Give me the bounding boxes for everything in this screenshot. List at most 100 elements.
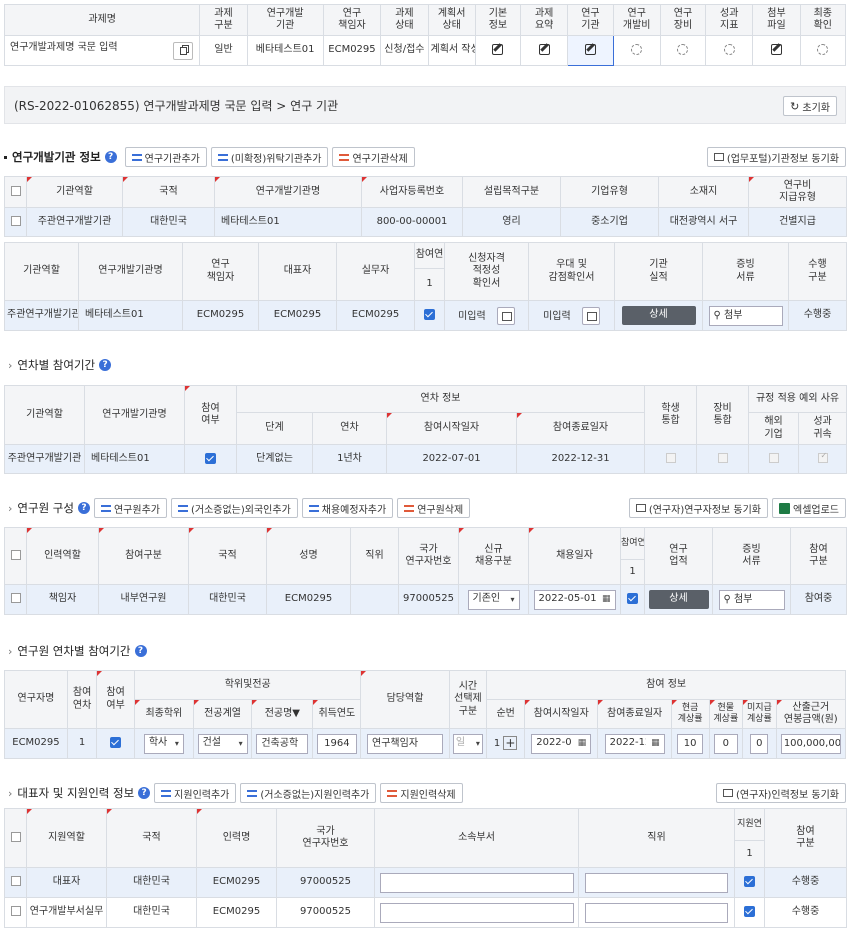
position-input[interactable] xyxy=(585,872,728,893)
edit-icon[interactable] xyxy=(771,44,782,55)
detail-button[interactable]: 상세 xyxy=(648,590,709,609)
researcher-role: 책임자 xyxy=(26,584,99,615)
sync-org-button[interactable]: (업무포털)기관정보 동기화 xyxy=(706,147,846,167)
support-nation: 대한민국 xyxy=(106,867,197,898)
help-icon[interactable]: ? xyxy=(138,787,151,799)
part-checkbox[interactable] xyxy=(414,300,445,331)
edit-icon[interactable] xyxy=(492,44,504,55)
copy-icon[interactable] xyxy=(173,41,194,60)
add-support-button[interactable]: 지원인력추가 xyxy=(154,783,237,803)
breadcrumb-bar: (RS-2022-01062855) 연구개발과제명 국문 입력 > 연구 기관… xyxy=(4,86,846,124)
table-row[interactable]: ECM0295 1 학사 건설 건축공학 1964 연구책임자 일 1 + 20… xyxy=(4,728,847,759)
hire-date-input[interactable]: 2022-05-01 xyxy=(533,589,616,610)
researcher-nation: 대한민국 xyxy=(188,584,267,615)
delete-researcher-button[interactable]: 연구원삭제 xyxy=(397,498,471,518)
excel-upload-button[interactable]: 엑셀업로드 xyxy=(772,498,846,518)
add-period-button[interactable]: + xyxy=(503,736,518,751)
row-checkbox[interactable] xyxy=(4,584,27,615)
pending-icon[interactable] xyxy=(817,44,829,55)
help-icon[interactable]: ? xyxy=(99,359,112,371)
major-input[interactable]: 건축공학 xyxy=(256,733,309,754)
col-new-hire: 신규 채용구분 xyxy=(458,527,529,585)
hire-type-select[interactable]: 기존인 xyxy=(467,589,520,610)
row-checkbox[interactable] xyxy=(4,867,27,898)
org-table: 기관역할 국적 연구개발기관명 사업자등록번호 설립목적구분 기업유형 소재지 … xyxy=(4,176,847,237)
select-all-checkbox[interactable] xyxy=(4,527,27,585)
table-row[interactable]: 주관연구개발기관 베타테스트01 단계없는 1년차 2022-07-01 202… xyxy=(4,444,848,474)
department-input[interactable] xyxy=(379,902,574,923)
table-row[interactable]: 책임자 내부연구원 대한민국 ECM0295 97000525 기존인 2022… xyxy=(4,584,847,615)
inkind-rate-input[interactable]: 0 xyxy=(713,733,738,754)
table-row[interactable]: 대표자 대한민국 ECM0295 97000525 수행중 xyxy=(4,867,847,898)
help-icon[interactable]: ? xyxy=(134,645,147,657)
add-org-button[interactable]: 연구기관추가 xyxy=(124,147,207,167)
add-foreigner-button[interactable]: (거소증없는)외국인추가 xyxy=(170,498,298,518)
org-role: 주관연구개발기관 xyxy=(4,444,85,474)
sync-support-button[interactable]: (연구자)인력정보 동기화 xyxy=(716,783,846,803)
table-row[interactable]: 주관연구개발기관 대한민국 베타테스트01 800-00-00001 영리 중소… xyxy=(4,207,847,237)
select-all-checkbox[interactable] xyxy=(4,808,27,868)
task-type: 일반 xyxy=(199,35,248,66)
equipment-pending[interactable] xyxy=(659,35,707,66)
cash-rate-input[interactable]: 10 xyxy=(677,733,704,754)
add-foreign-support-button[interactable]: (거소증없는)지원인력추가 xyxy=(240,783,377,803)
col-qualify: 신청자격 적정성 확인서 xyxy=(444,242,529,301)
help-icon[interactable]: ? xyxy=(104,151,117,163)
grad-year-input[interactable]: 1964 xyxy=(316,733,357,754)
row-checkbox[interactable] xyxy=(4,897,27,928)
pending-icon[interactable] xyxy=(723,44,735,55)
add-researcher-button[interactable]: 연구원추가 xyxy=(93,498,167,518)
degree-select[interactable]: 학사 xyxy=(143,733,184,754)
breadcrumb: (RS-2022-01062855) 연구개발과제명 국문 입력 > 연구 기관 xyxy=(14,98,339,113)
end-date-input[interactable]: 2022-12-31 xyxy=(604,733,665,754)
pending-icon[interactable] xyxy=(677,44,689,55)
part-year: 1 xyxy=(66,728,98,759)
salary-input[interactable]: 100,000,000 xyxy=(780,733,841,754)
department-input[interactable] xyxy=(379,872,574,893)
part-checkbox[interactable] xyxy=(184,444,237,474)
add-consign-org-button[interactable]: (미확정)위탁기관추가 xyxy=(210,147,329,167)
edit-icon[interactable] xyxy=(584,44,596,55)
indicator-pending[interactable] xyxy=(705,35,754,66)
col-company-type: 기업유형 xyxy=(560,176,659,208)
add-planned-hire-button[interactable]: 채용예정자추가 xyxy=(301,498,394,518)
position-input[interactable] xyxy=(585,902,728,923)
reset-button[interactable]: ↻ 초기화 xyxy=(783,96,837,116)
part-checkbox[interactable] xyxy=(620,584,645,615)
detail-button[interactable]: 상세 xyxy=(621,306,696,325)
time-select[interactable]: 일 xyxy=(452,733,483,754)
doc-icon[interactable] xyxy=(496,306,515,325)
salary-cell: 100,000,000 xyxy=(775,728,847,759)
start-date-input[interactable]: 2022-07-01 xyxy=(531,733,592,754)
help-icon[interactable]: ? xyxy=(77,502,90,514)
duty-input[interactable]: 연구책임자 xyxy=(367,733,444,754)
sync-researcher-button[interactable]: (연구자)연구자정보 동기화 xyxy=(628,498,768,518)
table-row[interactable]: 연구개발부서실무 대한민국 ECM0295 97000525 수행중 xyxy=(4,897,847,928)
researcher-section-header: › 연구원 구성 ? 연구원추가 (거소증없는)외국인추가 채용예정자추가 연구원… xyxy=(8,498,846,518)
research-org-edit[interactable] xyxy=(567,35,614,66)
support-checkbox[interactable] xyxy=(734,897,765,928)
col-part: 참여 여부 xyxy=(96,670,135,729)
final-check-pending[interactable] xyxy=(799,35,847,66)
part-checkbox[interactable] xyxy=(96,728,135,759)
doc-icon[interactable] xyxy=(581,306,600,325)
org-name: 베타테스트01 xyxy=(214,207,362,237)
edit-icon[interactable] xyxy=(538,44,550,55)
attach-button[interactable]: ⚲ 첨부 xyxy=(718,589,785,610)
part-status: 참여중 xyxy=(790,584,847,615)
attach-button[interactable]: ⚲ 첨부 xyxy=(708,305,783,326)
select-all-checkbox[interactable] xyxy=(4,176,27,208)
row-checkbox[interactable] xyxy=(4,207,27,237)
delete-org-button[interactable]: 연구기관삭제 xyxy=(332,147,415,167)
attachment-edit[interactable] xyxy=(752,35,801,66)
field-select[interactable]: 건설 xyxy=(197,733,248,754)
delete-support-button[interactable]: 지원인력삭제 xyxy=(380,783,463,803)
support-checkbox[interactable] xyxy=(734,867,765,898)
summary-edit[interactable] xyxy=(520,35,569,66)
budget-pending[interactable] xyxy=(612,35,661,66)
pending-icon[interactable] xyxy=(631,44,643,55)
task-name-cell: 연구개발과제명 국문 입력 xyxy=(3,35,201,66)
table-row[interactable]: 주관연구개발기관 베타테스트01 ECM0295 ECM0295 ECM0295… xyxy=(4,300,847,331)
unpaid-rate-input[interactable]: 0 xyxy=(750,733,769,754)
basic-info-edit[interactable] xyxy=(474,35,522,66)
